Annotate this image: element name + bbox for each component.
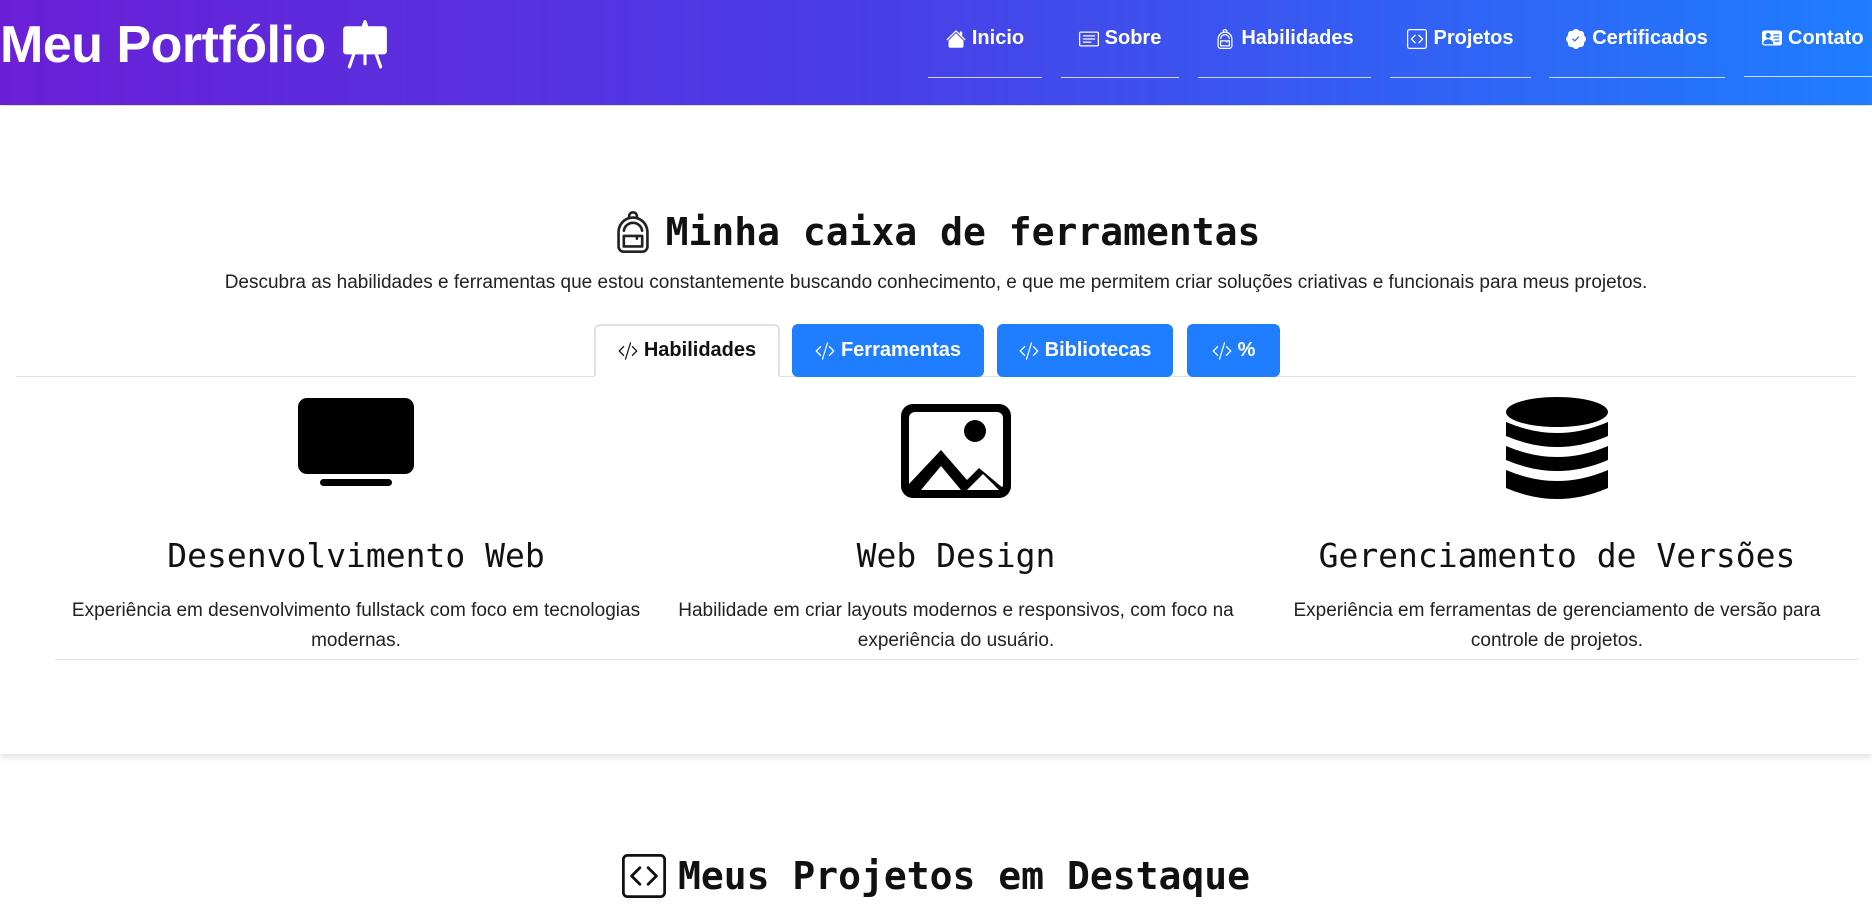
cards-divider (55, 659, 1858, 660)
skill-card-versioning: Gerenciamento de Versões Experiência em … (1262, 396, 1852, 651)
patch-check-icon (1566, 28, 1587, 49)
brand-title: Meu Portfólio (0, 16, 326, 74)
navbar: Meu Portfólio Inicio Sobre Habilidades P… (0, 0, 1872, 105)
nav-label: Certificados (1592, 27, 1708, 49)
backpack-icon (1217, 28, 1233, 49)
nav-label: Projetos (1433, 27, 1514, 49)
nav-link-inicio[interactable]: Inicio (928, 0, 1042, 78)
section-lead: Descubra as habilidades e ferramentas qu… (224, 272, 1648, 293)
image-icon (901, 404, 1011, 498)
card-description: Experiência em ferramentas de gerenciame… (1293, 600, 1821, 651)
nav-label: Inicio (971, 27, 1025, 49)
section-title: Minha caixa de ferramentas (0, 202, 1872, 262)
skills-section: Minha caixa de ferramentas Descubra as h… (0, 106, 1872, 754)
tab-label: Habilidades (643, 339, 757, 361)
nav-link-projetos[interactable]: Projetos (1390, 0, 1531, 78)
nav-label: Habilidades (1241, 27, 1354, 49)
card-text-icon (1078, 31, 1099, 46)
tab-percent[interactable]: % (1187, 324, 1280, 377)
projects-section-title: Meus Projetos em Destaque (0, 848, 1872, 904)
nav-link-certificados[interactable]: Certificados (1549, 0, 1725, 78)
tab-habilidades[interactable]: Habilidades (594, 324, 780, 377)
projects-title-text: Meus Projetos em Destaque (678, 854, 1250, 898)
nav-label: Sobre (1104, 27, 1162, 49)
card-title: Gerenciamento de Versões (1318, 536, 1796, 575)
tab-label: Bibliotecas (1044, 339, 1152, 361)
code-square-icon (622, 854, 667, 898)
code-slash-icon (1019, 341, 1039, 360)
nav-link-contato[interactable]: Contato (1744, 0, 1872, 77)
code-slash-icon (1212, 341, 1231, 360)
tab-bibliotecas[interactable]: Bibliotecas (997, 324, 1173, 377)
card-title: Desenvolvimento Web (167, 536, 545, 575)
backpack-icon (616, 211, 649, 253)
tab-label: % (1237, 339, 1256, 361)
brand[interactable]: Meu Portfólio (0, 10, 390, 80)
database-icon (1506, 397, 1608, 499)
card-description: Habilidade em criar layouts modernos e r… (678, 600, 1234, 651)
code-slash-icon (815, 341, 835, 360)
skill-card-web-design: Web Design Habilidade em criar layouts m… (664, 404, 1248, 651)
code-square-icon (1407, 28, 1428, 49)
person-vcard-icon (1762, 30, 1782, 46)
nav-link-habilidades[interactable]: Habilidades (1198, 0, 1371, 78)
skill-card-web-dev: Desenvolvimento Web Experiência em desen… (55, 396, 657, 651)
tv-icon (298, 398, 414, 486)
section-title-text: Minha caixa de ferramentas (665, 210, 1261, 254)
easel-icon (342, 20, 387, 69)
nav-label: Contato (1788, 26, 1864, 49)
card-description: Experiência em desenvolvimento fullstack… (71, 600, 641, 651)
house-icon (946, 30, 966, 48)
tab-ferramentas[interactable]: Ferramentas (792, 324, 984, 377)
nav-link-sobre[interactable]: Sobre (1061, 0, 1179, 78)
card-title: Web Design (856, 536, 1056, 575)
tab-label: Ferramentas (840, 339, 962, 361)
code-slash-icon (618, 341, 638, 360)
